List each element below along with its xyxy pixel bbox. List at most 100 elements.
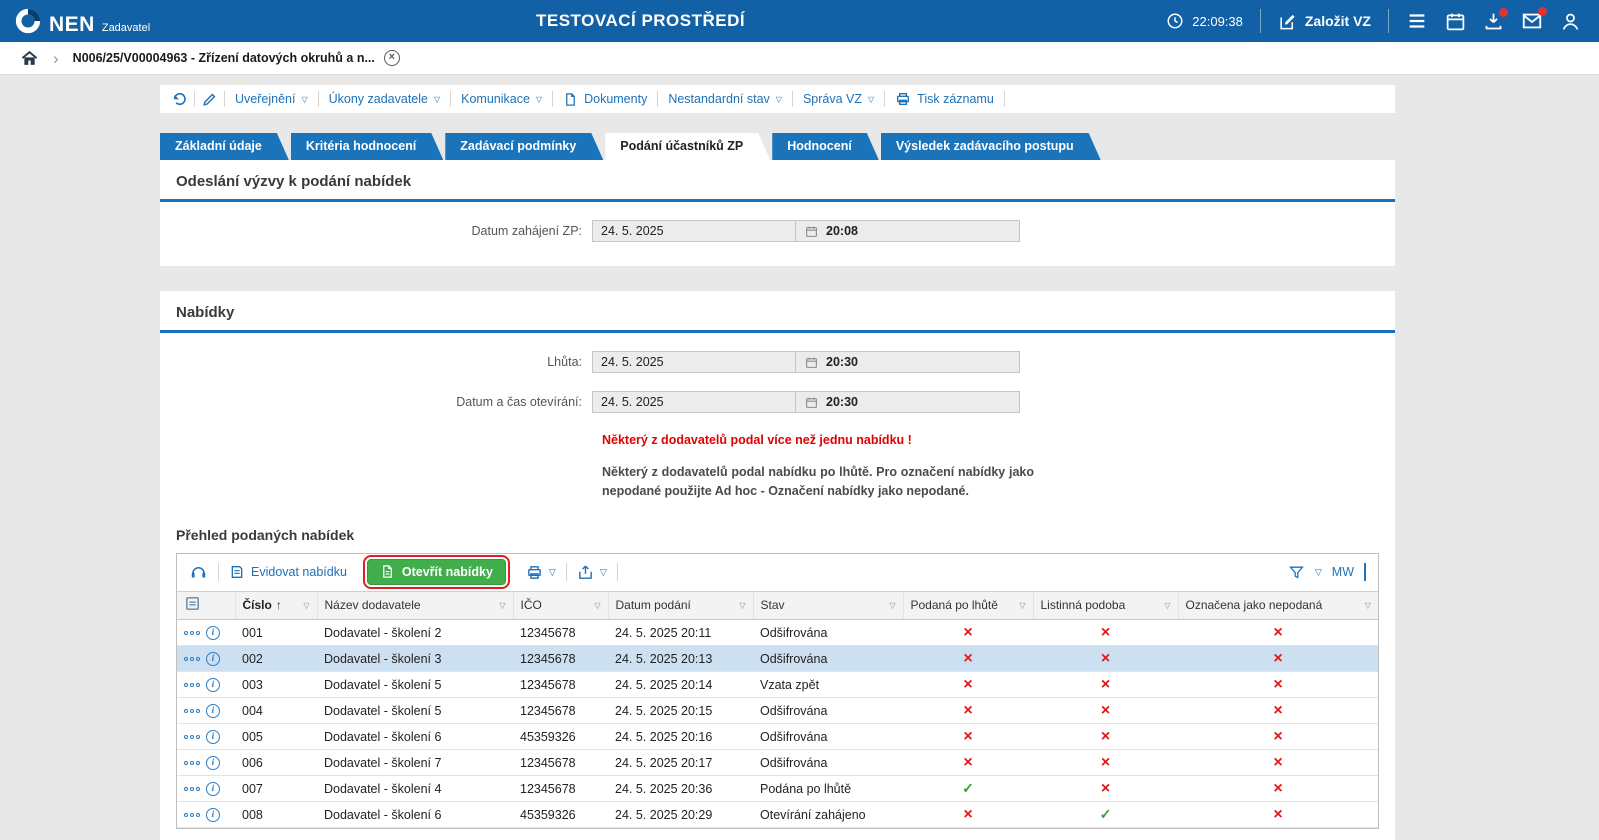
undo-icon[interactable]: [170, 90, 188, 108]
info-icon[interactable]: i: [206, 756, 220, 770]
row-menu-icon[interactable]: [184, 657, 200, 661]
cell-ico: 45359326: [513, 802, 608, 828]
downloads-button[interactable]: [1483, 11, 1504, 32]
filter-icon[interactable]: [1288, 564, 1305, 581]
column-header-datum-podani[interactable]: Datum podání ▽: [608, 592, 753, 620]
table-row[interactable]: i 007 Dodavatel - školení 4 12345678 24.…: [177, 776, 1378, 802]
user-icon[interactable]: [1560, 11, 1581, 32]
column-header-podana-po-lhute[interactable]: Podaná po lhůtě ▽: [903, 592, 1033, 620]
filter-dropdown-icon[interactable]: ▽: [739, 601, 745, 610]
print-grid-button[interactable]: ▽: [526, 564, 556, 581]
table-row[interactable]: i 008 Dodavatel - školení 6 45359326 24.…: [177, 802, 1378, 828]
logo-subtitle: Zadavatel: [102, 22, 150, 35]
chevron-down-icon[interactable]: ▽: [1315, 567, 1322, 578]
table-row[interactable]: i 002 Dodavatel - školení 3 12345678 24.…: [177, 646, 1378, 672]
filter-dropdown-icon[interactable]: ▽: [594, 601, 600, 610]
toolbar-item-ukony-zadavatele[interactable]: Úkony zadavatele ▽: [325, 92, 445, 106]
paper-mark: ×: [1101, 754, 1110, 771]
row-menu-icon[interactable]: [184, 709, 200, 713]
info-icon[interactable]: i: [206, 808, 220, 822]
toolbar-item-dokumenty[interactable]: Dokumenty: [559, 92, 651, 107]
toolbar-item-tisk-zaznamu[interactable]: Tisk záznamu: [891, 91, 998, 107]
messages-button[interactable]: [1521, 10, 1543, 32]
filter-dropdown-icon[interactable]: ▽: [1019, 601, 1025, 610]
headset-icon[interactable]: [189, 563, 208, 582]
notification-badge: [1538, 7, 1547, 16]
cell-number: 001: [235, 620, 317, 646]
late-offer-note: Některý z dodavatelů podal nabídku po lh…: [602, 463, 1034, 501]
toolbar-item-label: Dokumenty: [584, 92, 647, 106]
tab-vysledek-zadavaciho-postupu[interactable]: Výsledek zadávacího postupu: [881, 133, 1101, 160]
tab-zakladni-udaje[interactable]: Základní údaje: [160, 133, 289, 160]
toolbar-item-komunikace[interactable]: Komunikace ▽: [457, 92, 546, 106]
user-initials-button[interactable]: MW: [1332, 565, 1354, 579]
info-icon[interactable]: i: [206, 652, 220, 666]
table-row[interactable]: i 001 Dodavatel - školení 2 12345678 24.…: [177, 620, 1378, 646]
date-input[interactable]: 24. 5. 2025: [593, 221, 795, 241]
row-menu-icon[interactable]: [184, 787, 200, 791]
filter-dropdown-icon[interactable]: ▽: [499, 601, 505, 610]
column-label: Číslo: [243, 598, 272, 612]
column-header-listinna-podoba[interactable]: Listinná podoba ▽: [1033, 592, 1178, 620]
cell-date: 24. 5. 2025 20:29: [608, 802, 753, 828]
register-offer-button[interactable]: Evidovat nabídku: [229, 564, 347, 580]
clock-time: 22:09:38: [1192, 14, 1243, 29]
info-icon[interactable]: i: [206, 782, 220, 796]
offers-table-container: Evidovat nabídku Otevřít nabídky: [176, 553, 1379, 830]
tab-hodnoceni[interactable]: Hodnocení: [772, 133, 879, 160]
tab-zadavaci-podminky[interactable]: Zadávací podmínky: [445, 133, 603, 160]
datetime-input-group: 24. 5. 2025 20:30: [592, 351, 1020, 373]
row-menu-icon[interactable]: [184, 683, 200, 687]
column-header-ico[interactable]: IČO ▽: [513, 592, 608, 620]
row-menu-icon[interactable]: [184, 761, 200, 765]
breadcrumb-record-tab[interactable]: N006/25/V00004963 - Zřízení datových okr…: [73, 50, 400, 66]
toolbar-item-uverejneni[interactable]: Uveřejnění ▽: [231, 92, 312, 106]
filter-dropdown-icon[interactable]: ▽: [889, 601, 895, 610]
notsubmitted-mark: ×: [1273, 650, 1282, 667]
time-input[interactable]: 20:30: [795, 392, 1019, 412]
row-menu-icon[interactable]: [184, 631, 200, 635]
create-vz-button[interactable]: Založit VZ: [1278, 12, 1371, 31]
home-icon[interactable]: [20, 49, 39, 68]
notsubmitted-mark: ×: [1273, 728, 1282, 745]
table-row[interactable]: i 003 Dodavatel - školení 5 12345678 24.…: [177, 672, 1378, 698]
menu-icon[interactable]: [1406, 10, 1428, 32]
table-row[interactable]: i 005 Dodavatel - školení 6 45359326 24.…: [177, 724, 1378, 750]
chevron-down-icon: ▽: [434, 95, 440, 104]
filter-dropdown-icon[interactable]: ▽: [303, 601, 309, 610]
topbar-actions: 22:09:38 Založit VZ: [1166, 9, 1581, 33]
notsubmitted-mark: ×: [1273, 676, 1282, 693]
date-input[interactable]: 24. 5. 2025: [593, 352, 795, 372]
info-icon[interactable]: i: [206, 730, 220, 744]
row-menu-icon[interactable]: [184, 735, 200, 739]
column-header-oznacena-jako-nepodana[interactable]: Označena jako nepodaná ▽: [1178, 592, 1378, 620]
column-header-nazev-dodavatele[interactable]: Název dodavatele ▽: [317, 592, 513, 620]
info-icon[interactable]: i: [206, 704, 220, 718]
export-button[interactable]: ▽: [577, 564, 607, 581]
field-label: Datum zahájení ZP:: [160, 224, 592, 238]
info-icon[interactable]: i: [206, 626, 220, 640]
info-icon[interactable]: i: [206, 678, 220, 692]
column-header-cislo[interactable]: Číslo ↑ ▽: [235, 592, 317, 620]
close-icon[interactable]: ×: [384, 50, 400, 66]
row-menu-icon[interactable]: [184, 813, 200, 817]
calendar-icon[interactable]: [1445, 11, 1466, 32]
column-settings-header[interactable]: [177, 592, 235, 620]
filter-dropdown-icon[interactable]: ▽: [1164, 601, 1170, 610]
filter-dropdown-icon[interactable]: ▽: [1365, 601, 1371, 610]
topbar: NEN Zadavatel TESTOVACÍ PROSTŘEDÍ 22:09:…: [0, 0, 1599, 42]
tab-podani-ucastniku-zp[interactable]: Podání účastníků ZP: [605, 133, 770, 160]
pencil-icon[interactable]: [201, 91, 218, 108]
open-offers-button[interactable]: Otevřít nabídky: [367, 559, 506, 585]
cell-paper: ×: [1033, 698, 1178, 724]
table-row[interactable]: i 006 Dodavatel - školení 7 12345678 24.…: [177, 750, 1378, 776]
app-logo[interactable]: NEN Zadavatel: [14, 7, 150, 35]
time-input[interactable]: 20:30: [795, 352, 1019, 372]
toolbar-item-sprava-vz[interactable]: Správa VZ ▽: [799, 92, 878, 106]
time-input[interactable]: 20:08: [795, 221, 1019, 241]
column-header-stav[interactable]: Stav ▽: [753, 592, 903, 620]
table-row[interactable]: i 004 Dodavatel - školení 5 12345678 24.…: [177, 698, 1378, 724]
toolbar-item-nestandardni-stav[interactable]: Nestandardní stav ▽: [664, 92, 786, 106]
date-input[interactable]: 24. 5. 2025: [593, 392, 795, 412]
tab-kriteria-hodnoceni[interactable]: Kritéria hodnocení: [291, 133, 443, 160]
